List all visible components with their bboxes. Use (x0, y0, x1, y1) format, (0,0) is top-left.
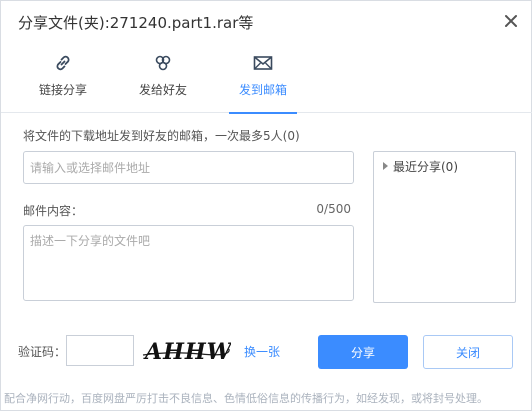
policy-notice: 配合净网行动，百度网盘严厉打击不良信息、色情低俗信息的传播行为，如经发现，或将封… (4, 392, 488, 405)
tab-link-share[interactable]: 链接分享 (23, 45, 103, 113)
share-tabs: 链接分享 发给好友 发到邮箱 (1, 45, 532, 114)
tab-send-email-label: 发到邮箱 (238, 83, 287, 97)
friends-icon (155, 55, 171, 71)
tab-send-email[interactable]: 发到邮箱 (223, 45, 303, 114)
tab-link-share-label: 链接分享 (38, 83, 87, 97)
captcha-label: 验证码： (18, 345, 67, 359)
close-icon[interactable] (503, 13, 519, 29)
captcha-input[interactable] (66, 335, 134, 366)
email-input[interactable] (23, 151, 354, 184)
close-button[interactable]: 关闭 (423, 335, 513, 369)
share-button[interactable]: 分享 (318, 335, 408, 369)
refresh-captcha-link[interactable]: 换一张 (244, 343, 280, 360)
share-dialog: 分享文件(夹):271240.part1.rar等 链接分享 发给好友 发到邮箱… (0, 0, 532, 411)
captcha-text: AHHW (143, 339, 231, 365)
char-counter: 0/500 (316, 202, 351, 216)
tab-send-friends-label: 发给好友 (138, 83, 187, 97)
recent-share-panel: 最近分享(0) (373, 151, 516, 303)
title-bar: 分享文件(夹):271240.part1.rar等 (1, 1, 532, 41)
mail-icon (253, 56, 273, 70)
captcha-image: AHHW (142, 339, 231, 365)
recent-share-label: 最近分享(0) (393, 160, 458, 174)
email-limit-tip: 将文件的下载地址发到好友的邮箱，一次最多5人(0) (23, 129, 300, 143)
tab-send-friends[interactable]: 发给好友 (123, 45, 203, 113)
dialog-title: 分享文件(夹):271240.part1.rar等 (18, 14, 254, 32)
recent-share-toggle[interactable]: 最近分享(0) (383, 158, 458, 175)
link-icon (56, 55, 70, 71)
caret-right-icon (383, 162, 388, 170)
mail-content-textarea[interactable] (23, 225, 354, 301)
mail-content-label: 邮件内容： (23, 204, 84, 218)
